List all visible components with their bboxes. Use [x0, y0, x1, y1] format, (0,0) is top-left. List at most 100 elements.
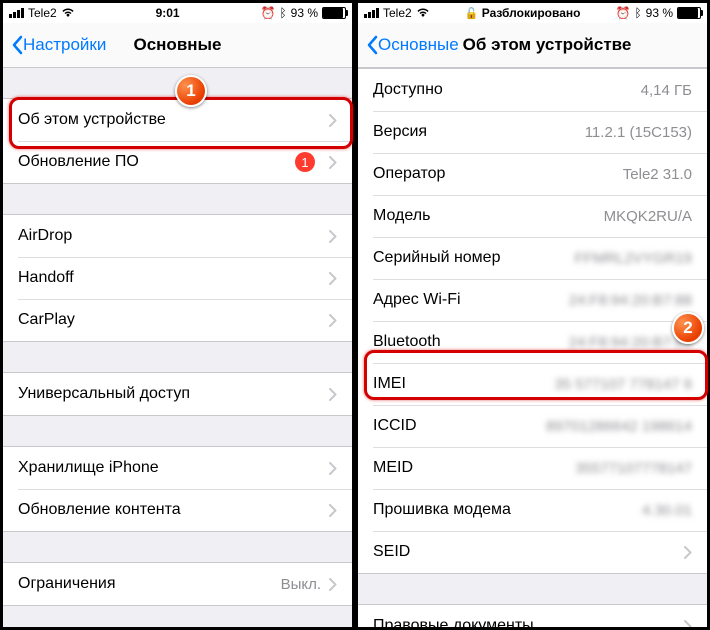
status-bar: Tele2 9:01 ⏰ ᛒ 93 % [3, 3, 352, 23]
row-label: AirDrop [18, 227, 321, 245]
row-label: Об этом устройстве [18, 111, 321, 129]
status-time: 9:01 [75, 6, 261, 20]
page-title: Об этом устройстве [463, 35, 632, 55]
battery-pct: 93 % [646, 6, 673, 20]
row-label: IMEI [373, 375, 554, 393]
row-label: Прошивка модема [373, 501, 642, 519]
row-value: FFMRL2VYGR19 [574, 250, 692, 267]
row-serial: Серийный номер FFMRL2VYGR19 [358, 237, 707, 279]
alarm-icon: ⏰ [260, 6, 275, 20]
chevron-left-icon [366, 35, 378, 55]
chevron-right-icon [329, 314, 337, 327]
callout-number-1: 1 [175, 75, 207, 107]
bluetooth-icon: ᛒ [279, 6, 286, 20]
row-label: Доступно [373, 81, 641, 99]
battery-icon [677, 7, 701, 19]
row-value: Выкл. [281, 576, 321, 593]
row-model: Модель MKQK2RU/A [358, 195, 707, 237]
row-value: MKQK2RU/A [604, 208, 692, 225]
row-label: SEID [373, 543, 676, 561]
row-value: 24:F8:94:20:B7:88 [569, 292, 692, 309]
row-label: Ограничения [18, 575, 281, 593]
nav-bar: Настройки Основные [3, 23, 352, 68]
row-label: Handoff [18, 269, 321, 287]
row-label: Версия [373, 123, 585, 141]
row-background-refresh[interactable]: Обновление контента [3, 489, 352, 531]
row-iccid: ICCID 89701286642 198614 [358, 405, 707, 447]
row-accessibility[interactable]: Универсальный доступ [3, 373, 352, 415]
lock-icon: 🔓 [465, 7, 479, 20]
row-label: Хранилище iPhone [18, 459, 321, 477]
update-badge: 1 [295, 152, 315, 172]
row-label: Обновление контента [18, 501, 321, 519]
battery-pct: 93 % [291, 6, 318, 20]
wifi-icon [61, 8, 75, 18]
row-label: Серийный номер [373, 249, 574, 267]
row-legal[interactable]: Правовые документы [358, 605, 707, 627]
row-label: ICCID [373, 417, 546, 435]
row-carplay[interactable]: CarPlay [3, 299, 352, 341]
bluetooth-icon: ᛒ [634, 6, 641, 20]
row-label: MEID [373, 459, 575, 477]
back-button[interactable]: Настройки [11, 35, 106, 55]
row-label: Правовые документы [373, 617, 676, 627]
row-seid[interactable]: SEID [358, 531, 707, 573]
back-label: Настройки [23, 35, 106, 55]
chevron-right-icon [684, 620, 692, 628]
row-software-update[interactable]: Обновление ПО 1 [3, 141, 352, 183]
wifi-icon [416, 8, 430, 18]
row-label: Обновление ПО [18, 153, 295, 171]
row-label: Оператор [373, 165, 623, 183]
chevron-right-icon [329, 504, 337, 517]
row-label: Bluetooth [373, 333, 569, 351]
carrier-label: Tele2 [28, 6, 57, 20]
row-label: Универсальный доступ [18, 385, 321, 403]
chevron-right-icon [684, 546, 692, 559]
row-airdrop[interactable]: AirDrop [3, 215, 352, 257]
row-value: 35 577107 778147 9 [554, 376, 692, 393]
chevron-right-icon [329, 156, 337, 169]
chevron-left-icon [11, 35, 23, 55]
row-carrier: Оператор Tele2 31.0 [358, 153, 707, 195]
row-value: 4,14 ГБ [641, 82, 692, 99]
lock-status-label: Разблокировано [482, 6, 581, 20]
row-iphone-storage[interactable]: Хранилище iPhone [3, 447, 352, 489]
row-meid: MEID 35577107778147 [358, 447, 707, 489]
row-imei: IMEI 35 577107 778147 9 [358, 363, 707, 405]
row-version: Версия 11.2.1 (15C153) [358, 111, 707, 153]
chevron-right-icon [329, 388, 337, 401]
row-modem-firmware: Прошивка модема 4.30.01 [358, 489, 707, 531]
row-about-this-device[interactable]: Об этом устройстве [3, 99, 352, 141]
nav-bar: Основные Об этом устройстве [358, 23, 707, 68]
row-handoff[interactable]: Handoff [3, 257, 352, 299]
chevron-right-icon [329, 114, 337, 127]
callout-number-2: 2 [672, 312, 704, 344]
row-bluetooth-address: Bluetooth 24:F8:94:20:B7:89 [358, 321, 707, 363]
status-bar: Tele2 🔓 Разблокировано ⏰ ᛒ 93 % [358, 3, 707, 23]
carrier-label: Tele2 [383, 6, 412, 20]
row-label: Адрес Wi-Fi [373, 291, 569, 309]
alarm-icon: ⏰ [615, 6, 630, 20]
chevron-right-icon [329, 578, 337, 591]
phone-about-device: Tele2 🔓 Разблокировано ⏰ ᛒ 93 % Основные… [358, 3, 707, 627]
row-value: 4.30.01 [642, 502, 692, 519]
row-wifi-address: Адрес Wi-Fi 24:F8:94:20:B7:88 [358, 279, 707, 321]
about-list[interactable]: Доступно 4,14 ГБ Версия 11.2.1 (15C153) … [358, 68, 707, 627]
row-value: 11.2.1 (15C153) [585, 124, 692, 141]
row-label: CarPlay [18, 311, 321, 329]
back-button[interactable]: Основные [366, 35, 459, 55]
back-label: Основные [378, 35, 459, 55]
row-label: Модель [373, 207, 604, 225]
row-value: 89701286642 198614 [546, 418, 692, 435]
row-value: Tele2 31.0 [623, 166, 692, 183]
battery-icon [322, 7, 346, 19]
row-restrictions[interactable]: Ограничения Выкл. [3, 563, 352, 605]
chevron-right-icon [329, 230, 337, 243]
signal-bars-icon [9, 8, 24, 18]
row-value: 35577107778147 [575, 460, 692, 477]
row-available: Доступно 4,14 ГБ [358, 69, 707, 111]
chevron-right-icon [329, 272, 337, 285]
signal-bars-icon [364, 8, 379, 18]
settings-list[interactable]: Об этом устройстве Обновление ПО 1 AirDr… [3, 68, 352, 627]
chevron-right-icon [329, 462, 337, 475]
